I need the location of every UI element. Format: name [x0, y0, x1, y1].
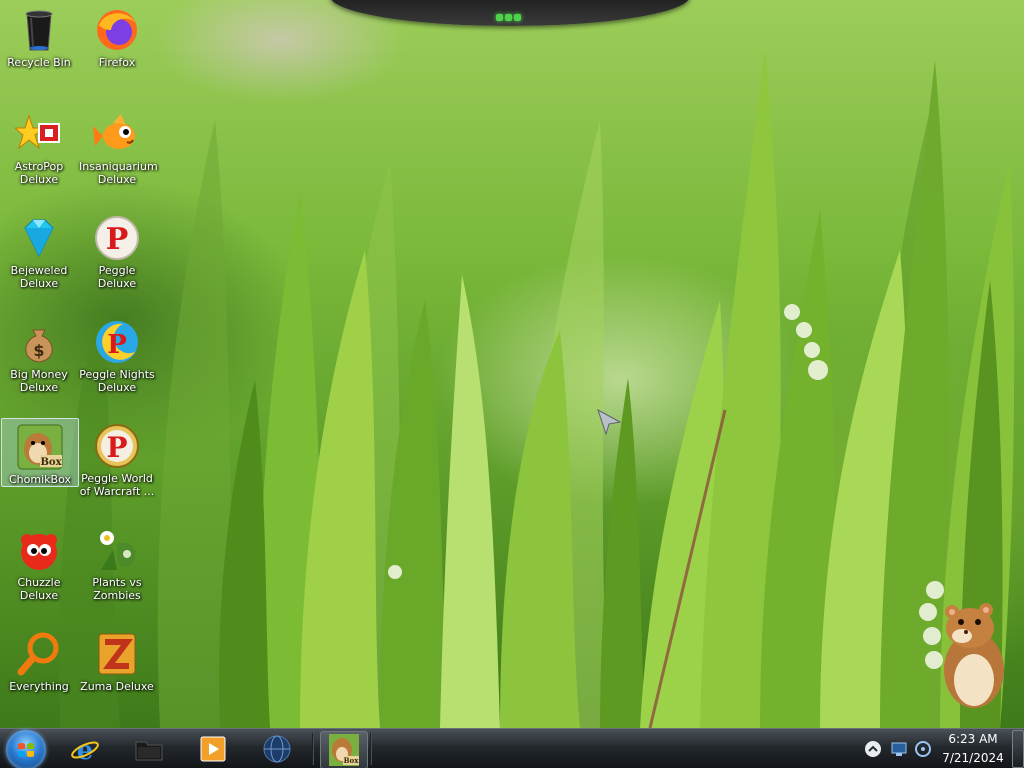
desktop-icon-label: Chuzzle Deluxe — [17, 576, 61, 602]
desktop-icon-peggle-nights[interactable]: P Peggle Nights Deluxe — [79, 314, 155, 394]
everything-search-icon — [15, 630, 63, 678]
internet-explorer-icon: e — [71, 736, 99, 766]
plants-vs-zombies-icon — [93, 526, 141, 574]
desktop-icon-zuma[interactable]: Zuma Deluxe — [79, 626, 155, 693]
zuma-icon — [93, 630, 141, 678]
peggle-wow-icon: P — [93, 422, 141, 470]
show-desktop-button[interactable] — [1012, 730, 1024, 768]
media-player-icon — [200, 736, 226, 762]
hamster-icon — [944, 603, 1004, 708]
desktop-icon-bejeweled[interactable]: Bejeweled Deluxe — [1, 210, 77, 290]
desktop-icon-label: Firefox — [98, 56, 136, 69]
desktop-icon-label: AstroPop Deluxe — [14, 160, 64, 186]
quick-launch-explorer[interactable] — [134, 734, 164, 764]
desktop-icon-label: Insaniquarium Deluxe — [79, 160, 158, 186]
desktop-icon-label: Zuma Deluxe — [80, 680, 154, 693]
desktop-icon-everything[interactable]: Everything — [1, 626, 77, 693]
windows-start-orb-icon — [18, 743, 34, 757]
svg-text:e: e — [77, 736, 94, 764]
network-globe-icon — [263, 735, 291, 763]
recycle-bin-icon — [15, 6, 63, 54]
desktop-icon-label: Bejeweled Deluxe — [10, 264, 68, 290]
svg-text:P: P — [106, 431, 127, 464]
folder-icon — [135, 741, 163, 761]
quick-launch-internet-explorer[interactable]: e — [70, 734, 100, 766]
desktop-icon-label: ChomikBox — [9, 473, 71, 486]
desktop-icon-label: Big Money Deluxe — [10, 368, 68, 394]
desktop-icon-astropop[interactable]: AstroPop Deluxe — [1, 106, 77, 186]
network-monitor-icon[interactable] — [890, 741, 908, 757]
desktop-icon-label: Peggle Nights Deluxe — [79, 368, 155, 394]
chomikbox-task-icon: Box — [329, 734, 360, 766]
quick-launch-network[interactable] — [262, 734, 292, 764]
svg-text:P: P — [107, 330, 127, 360]
insaniquarium-icon — [93, 110, 141, 158]
clock-date[interactable]: 7/21/2024 — [942, 751, 1004, 765]
peggle-icon: P — [93, 214, 141, 262]
show-hidden-icons-chevron[interactable] — [864, 740, 882, 758]
svg-text:$: $ — [33, 341, 44, 360]
start-button[interactable] — [6, 730, 46, 768]
clock-time[interactable]: 6:23 AM — [946, 732, 1000, 746]
chuzzle-icon — [15, 526, 63, 574]
desktop-icon-recycle-bin[interactable]: Recycle Bin — [1, 2, 77, 69]
bejeweled-icon — [15, 214, 63, 262]
desktop-icon-label: Plants vs Zombies — [92, 576, 142, 602]
quick-launch-media-player[interactable] — [198, 734, 228, 764]
desktop-icon-label: Peggle World of Warcraft ... — [79, 472, 155, 498]
desktop-icon-label: Recycle Bin — [7, 56, 71, 69]
desktop-icon-insaniquarium[interactable]: Insaniquarium Deluxe — [79, 106, 158, 186]
desktop-icon-plants-vs-zombies[interactable]: Plants vs Zombies — [79, 522, 155, 602]
desktop-icon-label: Peggle Deluxe — [97, 264, 137, 290]
big-money-icon: $ — [15, 318, 63, 366]
taskbar-separator — [312, 733, 314, 765]
desktop-icon-chomikbox[interactable]: Box ChomikBox — [1, 418, 79, 487]
chomikbox-icon: Box — [16, 423, 64, 471]
desktop-icon-chuzzle[interactable]: Chuzzle Deluxe — [1, 522, 77, 602]
gadget-indicator-icon — [496, 6, 524, 21]
svg-text:Box: Box — [40, 457, 62, 468]
desktop-icon-label: Everything — [9, 680, 69, 693]
svg-text:P: P — [106, 222, 129, 257]
chomikbox-hamster-mascot[interactable] — [930, 600, 1010, 715]
mouse-cursor-icon — [596, 408, 622, 440]
taskbar: e Box — [0, 728, 1024, 768]
peggle-nights-icon: P — [93, 318, 141, 366]
taskbar-chomikbox-button[interactable]: Box — [320, 731, 368, 768]
astropop-icon — [13, 110, 63, 158]
firefox-icon — [93, 6, 141, 54]
taskbar-separator — [370, 733, 372, 765]
desktop-icon-peggle[interactable]: P Peggle Deluxe — [79, 210, 155, 290]
desktop-icon-big-money[interactable]: $ Big Money Deluxe — [1, 314, 77, 394]
svg-text:Box: Box — [344, 756, 360, 765]
volume-icon[interactable] — [915, 740, 931, 758]
desktop-icon-peggle-wow[interactable]: P Peggle World of Warcraft ... — [79, 418, 155, 498]
desktop-icon-firefox[interactable]: Firefox — [79, 2, 155, 69]
